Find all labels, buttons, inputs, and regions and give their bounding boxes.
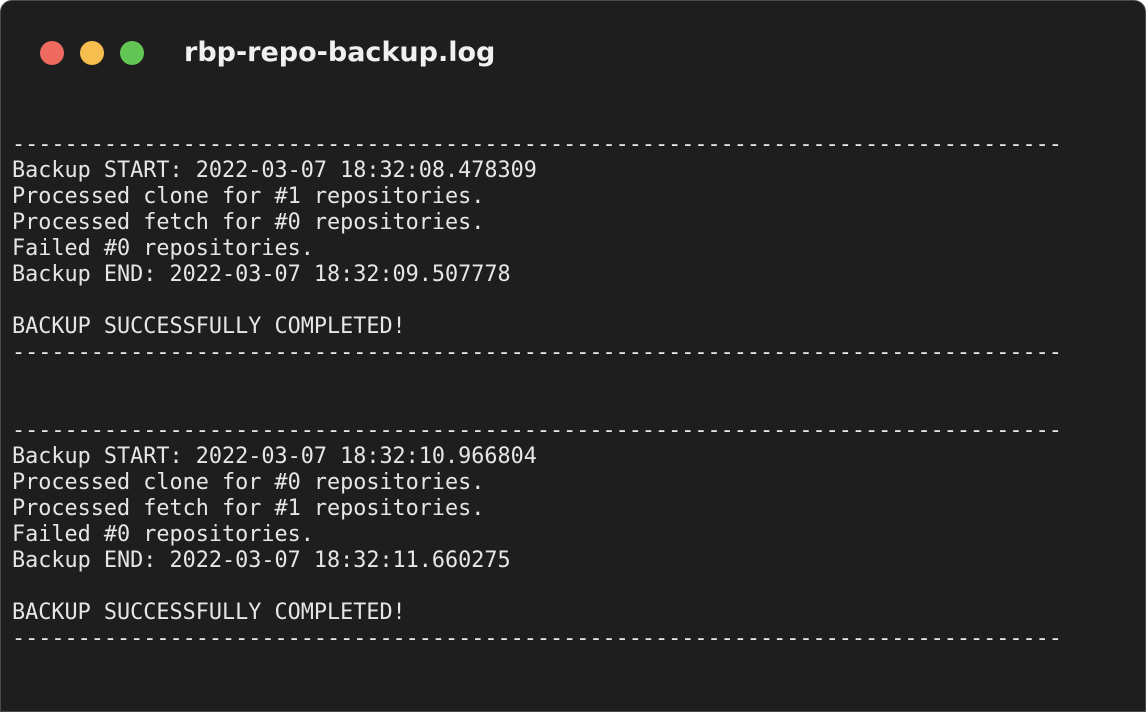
close-window-button[interactable] xyxy=(40,41,64,65)
log-line: Failed #0 repositories. xyxy=(12,522,314,547)
log-separator-line: ----------------------------------------… xyxy=(12,418,1062,443)
log-line: Backup END: 2022-03-07 18:32:11.660275 xyxy=(12,548,511,573)
terminal-window: rbp-repo-backup.log --------------------… xyxy=(0,0,1146,712)
log-line: Processed fetch for #1 repositories. xyxy=(12,496,485,521)
log-separator-line: ----------------------------------------… xyxy=(12,340,1062,365)
log-line: Processed clone for #0 repositories. xyxy=(12,470,485,495)
window-titlebar[interactable]: rbp-repo-backup.log xyxy=(1,1,1145,105)
log-line: BACKUP SUCCESSFULLY COMPLETED! xyxy=(12,314,406,339)
log-separator-line: ----------------------------------------… xyxy=(12,132,1062,157)
minimize-window-button[interactable] xyxy=(80,41,104,65)
log-line: Backup END: 2022-03-07 18:32:09.507778 xyxy=(12,262,511,287)
log-line: Processed fetch for #0 repositories. xyxy=(12,210,485,235)
log-line: Backup START: 2022-03-07 18:32:10.966804 xyxy=(12,444,537,469)
log-line: Backup START: 2022-03-07 18:32:08.478309 xyxy=(12,158,537,183)
log-line: Failed #0 repositories. xyxy=(12,236,314,261)
zoom-window-button[interactable] xyxy=(120,41,144,65)
window-title: rbp-repo-backup.log xyxy=(184,37,496,68)
log-separator-line: ----------------------------------------… xyxy=(12,626,1062,651)
log-content[interactable]: ----------------------------------------… xyxy=(12,132,1132,652)
log-line: Processed clone for #1 repositories. xyxy=(12,184,485,209)
log-line: BACKUP SUCCESSFULLY COMPLETED! xyxy=(12,600,406,625)
